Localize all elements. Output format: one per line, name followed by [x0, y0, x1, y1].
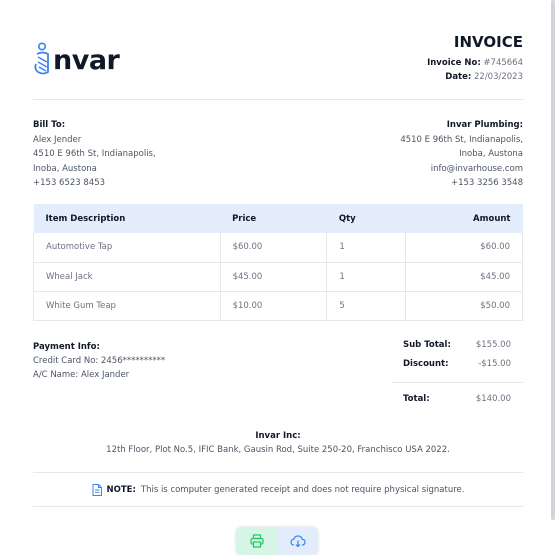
note-line: NOTE: This is computer generated receipt… [33, 484, 523, 496]
invoice-date-value: 22/03/2023 [474, 72, 523, 82]
invoice-title: INVOICE [453, 33, 523, 51]
vendor-phone: +153 3256 3548 [450, 178, 523, 188]
printer-icon [249, 534, 264, 548]
bill-to-address2: Inoba, Austona [33, 163, 97, 174]
document-icon [92, 484, 102, 496]
subtotal-row: Sub Total: $155.00 [391, 340, 523, 354]
table-row: White Gum Teap $10.00 5 $50.00 [33, 291, 523, 321]
cloud-download-icon [289, 535, 306, 548]
invoice-number-value: #745664 [483, 58, 523, 68]
scrollbar[interactable] [551, 0, 555, 520]
total-row: Total: $140.00 [391, 394, 523, 408]
discount-label: Discount: [403, 359, 449, 369]
subtotal-value: $155.00 [475, 340, 511, 350]
header-amount: Amount [405, 204, 523, 233]
items-table: Item Description Price Qty Amount Automo… [33, 204, 523, 321]
item-description: Automotive Tap [33, 233, 221, 263]
bill-to-address1: 4510 E 96th St, Indianapolis, [33, 149, 156, 159]
item-amount: $50.00 [405, 291, 523, 321]
action-buttons [236, 527, 318, 555]
header-price: Price [220, 204, 327, 233]
divider [33, 99, 523, 100]
download-button[interactable] [277, 527, 318, 555]
item-qty: 1 [326, 233, 407, 263]
divider [33, 506, 523, 507]
vendor-address1: 4510 E 96th St, Indianapolis, [400, 134, 523, 145]
item-description: Wheal Jack [33, 262, 221, 292]
item-price: $45.00 [220, 262, 328, 292]
payment-ac-name: A/C Name: Alex Jander [33, 370, 130, 380]
total-label: Total: [403, 394, 430, 404]
subtotal-label: Sub Total: [403, 340, 451, 350]
table-row: Automotive Tap $60.00 1 $60.00 [33, 233, 523, 263]
bill-to-name: Alex Jender [33, 134, 82, 145]
item-price: $60.00 [220, 233, 328, 263]
brand-name: nvar [53, 45, 120, 76]
table-header-row: Item Description Price Qty Amount [33, 204, 523, 233]
print-button[interactable] [236, 527, 277, 555]
payment-label: Payment Info: [33, 342, 100, 352]
totals-divider [391, 382, 523, 383]
company-name: Invar Inc: [255, 431, 301, 441]
note-text: This is computer generated receipt and d… [140, 485, 465, 495]
item-qty: 1 [326, 262, 407, 292]
invoice-number-label: Invoice No: [427, 58, 481, 68]
invoice-header: nvar INVOICE Invoice No: #745664 Date: 2… [33, 33, 523, 98]
divider [33, 472, 523, 473]
note-label: NOTE: [106, 485, 136, 495]
discount-row: Discount: -$15.00 [391, 359, 523, 373]
company-address: 12th Floor, Plot No.5, IFIC Bank, Gausin… [106, 445, 450, 455]
vendor-address2: Inoba, Austona [459, 149, 523, 159]
vendor-name: Invar Plumbing: [446, 120, 523, 130]
total-value: $140.00 [475, 394, 511, 404]
company-footer: Invar Inc: 12th Floor, Plot No.5, IFIC B… [33, 429, 523, 457]
discount-value: -$15.00 [478, 359, 511, 369]
invoice-date-label: Date: [445, 72, 472, 82]
table-row: Wheal Jack $45.00 1 $45.00 [33, 262, 523, 292]
payment-card: Credit Card No: 2456********** [33, 356, 166, 366]
bill-to-section: Bill To: Alex Jender 4510 E 96th St, Ind… [33, 118, 156, 191]
bill-to-phone: +153 6523 8453 [33, 178, 106, 188]
invoice-number: Invoice No: #745664 [427, 58, 523, 68]
item-description: White Gum Teap [33, 291, 221, 321]
header-item-description: Item Description [33, 204, 221, 233]
vendor-section: Invar Plumbing: 4510 E 96th St, Indianap… [400, 118, 523, 191]
payment-info: Payment Info: Credit Card No: 2456******… [33, 340, 165, 382]
item-amount: $60.00 [405, 233, 523, 263]
bill-to-label: Bill To: [33, 120, 66, 130]
vendor-email[interactable]: info@invarhouse.com [400, 162, 523, 177]
item-price: $10.00 [220, 291, 328, 321]
item-amount: $45.00 [405, 262, 523, 292]
logo-mark-icon [34, 42, 49, 75]
header-qty: Qty [326, 204, 406, 233]
invoice-date: Date: 22/03/2023 [445, 72, 523, 82]
item-qty: 5 [326, 291, 407, 321]
brand-logo: nvar [33, 42, 120, 76]
